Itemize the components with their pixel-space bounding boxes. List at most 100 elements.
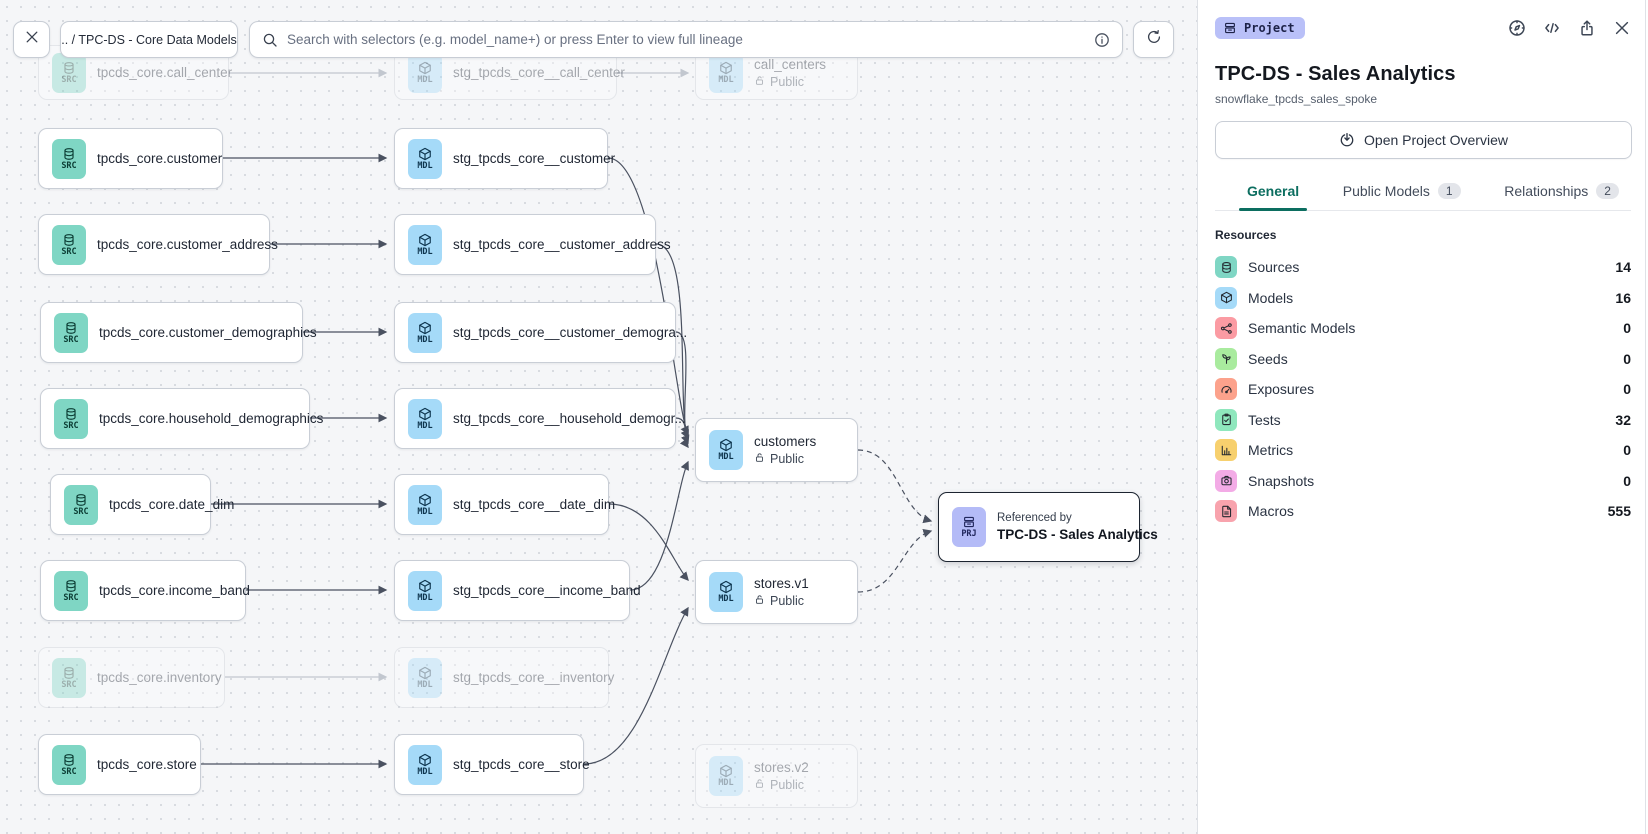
seedling-icon (1215, 348, 1237, 370)
project-type-badge: Project (1215, 17, 1305, 39)
public-access-label: Public (754, 778, 809, 792)
resource-count: 555 (1608, 503, 1631, 519)
node-label: call_centers (754, 57, 826, 72)
node-label: tpcds_core.customer_demographics (99, 325, 317, 340)
resource-label: Semantic Models (1248, 320, 1612, 336)
resource-label: Sources (1248, 259, 1604, 275)
tab-general[interactable]: General (1245, 175, 1301, 210)
tab-public-models[interactable]: Public Models1 (1341, 175, 1463, 210)
lineage-node-src_income_band[interactable]: SRCtpcds_core.income_band (40, 560, 246, 621)
resource-row-seeds[interactable]: Seeds 0 (1215, 344, 1631, 375)
close-lineage-button[interactable] (13, 21, 50, 58)
cube-icon (1215, 287, 1237, 309)
resources-list: Sources 14 Models 16 Semantic Models 0 S… (1215, 252, 1631, 527)
project-icon (1223, 21, 1237, 35)
model-tile-icon: MDL (408, 485, 442, 525)
resource-row-macros[interactable]: Macros 555 (1215, 496, 1631, 527)
source-tile-icon: SRC (54, 399, 88, 439)
node-label: tpcds_core.inventory (97, 670, 222, 685)
resource-row-snapshots[interactable]: Snapshots 0 (1215, 466, 1631, 497)
source-tile-icon: SRC (52, 225, 86, 265)
node-label: stg_tpcds_core__customer_address (453, 237, 671, 252)
lineage-node-m_store[interactable]: MDLstg_tpcds_core__store (394, 734, 584, 795)
lineage-node-src_household_demo[interactable]: SRCtpcds_core.household_demographics (40, 388, 310, 449)
referenced-by-label: Referenced by (997, 512, 1158, 524)
close-panel-icon[interactable] (1613, 19, 1631, 37)
edge-m_income_band-to-p_customers (630, 462, 688, 590)
resource-count: 0 (1623, 442, 1631, 458)
lineage-node-src_store[interactable]: SRCtpcds_core.store (38, 734, 201, 795)
model-tile-icon: MDL (408, 139, 442, 179)
node-label: stg_tpcds_core__date_dim (453, 497, 615, 512)
tab-count-badge: 1 (1438, 183, 1461, 199)
lineage-node-p_stores_v2[interactable]: MDL stores.v2 Public (695, 744, 858, 808)
node-label: stg_tpcds_core__income_band (453, 583, 641, 598)
open-project-overview-button[interactable]: Open Project Overview (1215, 121, 1632, 159)
lineage-node-src_inventory[interactable]: SRC tpcds_core.inventory (38, 647, 225, 708)
resource-label: Exposures (1248, 381, 1612, 397)
node-label: tpcds_core.customer (97, 151, 222, 166)
model-tile-icon: MDL (709, 756, 743, 796)
info-icon[interactable] (1094, 32, 1110, 48)
node-label: stores.v1 (754, 576, 809, 591)
close-icon (24, 29, 40, 50)
refresh-lineage-button[interactable] (1133, 21, 1174, 58)
resource-row-tests[interactable]: Tests 32 (1215, 405, 1631, 436)
lock-open-icon (754, 452, 765, 466)
breadcrumb[interactable]: .. / TPC-DS - Core Data Models (60, 21, 238, 58)
lineage-node-src_date_dim[interactable]: SRCtpcds_core.date_dim (50, 474, 211, 535)
tab-relationships[interactable]: Relationships2 (1502, 175, 1621, 210)
search-input[interactable] (287, 32, 1085, 47)
resource-row-models[interactable]: Models 16 (1215, 283, 1631, 314)
project-schema-subtitle: snowflake_tpcds_sales_spoke (1215, 92, 1631, 106)
lineage-node-src_customer[interactable]: SRC tpcds_core.customer (38, 128, 223, 189)
lineage-node-src_customer_demo[interactable]: SRCtpcds_core.customer_demographics (40, 302, 303, 363)
lineage-node-m_customer_addr[interactable]: MDLstg_tpcds_core__customer_address (394, 214, 656, 275)
node-label: tpcds_core.customer_address (97, 237, 278, 252)
resource-count: 14 (1615, 259, 1631, 275)
compass-icon[interactable] (1508, 19, 1526, 37)
lineage-node-p_customers[interactable]: MDL customers Public (695, 418, 858, 482)
gauge-icon (1215, 378, 1237, 400)
resource-label: Metrics (1248, 442, 1612, 458)
file-icon (1215, 500, 1237, 522)
node-label: tpcds_core.date_dim (109, 497, 234, 512)
source-tile-icon: SRC (52, 658, 86, 698)
resource-row-sources[interactable]: Sources 14 (1215, 252, 1631, 283)
details-panel: Project TPC-DS - Sales Analytics snowfla… (1197, 0, 1648, 834)
lineage-node-m_date_dim[interactable]: MDLstg_tpcds_core__date_dim (394, 474, 609, 535)
lineage-node-p_stores_v1[interactable]: MDL stores.v1 Public (695, 560, 858, 624)
lineage-node-m_household_demo[interactable]: MDLstg_tpcds_core__household_demogr... (394, 388, 676, 449)
source-tile-icon: SRC (52, 139, 86, 179)
resource-row-exposures[interactable]: Exposures 0 (1215, 374, 1631, 405)
model-tile-icon: MDL (709, 53, 743, 93)
source-tile-icon: SRC (64, 485, 98, 525)
lineage-node-m_customer_demo[interactable]: MDLstg_tpcds_core__customer_demogra... (394, 302, 676, 363)
share-icon[interactable] (1578, 19, 1596, 37)
model-tile-icon: MDL (408, 745, 442, 785)
node-label: TPC-DS - Sales Analytics (997, 527, 1158, 542)
lineage-node-prj_sales[interactable]: PRJ Referenced by TPC-DS - Sales Analyti… (938, 492, 1140, 562)
resource-count: 0 (1623, 351, 1631, 367)
node-label: stores.v2 (754, 760, 809, 775)
resource-row-semantic-models[interactable]: Semantic Models 0 (1215, 313, 1631, 344)
breadcrumb-label: .. / TPC-DS - Core Data Models (61, 33, 237, 47)
lineage-canvas[interactable]: SRCtpcds_core.call_center SRCtpcds_core.… (0, 0, 1197, 834)
resource-label: Snapshots (1248, 473, 1612, 489)
code-icon[interactable] (1543, 19, 1561, 37)
search-icon (262, 32, 278, 48)
model-tile-icon: MDL (408, 53, 442, 93)
edge-p_customers-to-prj_sales (858, 450, 931, 521)
lineage-node-m_income_band[interactable]: MDLstg_tpcds_core__income_band (394, 560, 630, 621)
model-tile-icon: MDL (709, 430, 743, 470)
panel-tabs: General Public Models1 Relationships2 (1215, 175, 1631, 211)
lineage-node-m_inventory[interactable]: MDLstg_tpcds_core__inventory (394, 647, 609, 708)
node-label: stg_tpcds_core__customer (453, 151, 615, 166)
lineage-app: SRCtpcds_core.call_center SRCtpcds_core.… (0, 0, 1648, 834)
source-tile-icon: SRC (54, 313, 88, 353)
resource-row-metrics[interactable]: Metrics 0 (1215, 435, 1631, 466)
model-tile-icon: MDL (408, 571, 442, 611)
model-tile-icon: MDL (408, 225, 442, 265)
lineage-node-m_customer[interactable]: MDLstg_tpcds_core__customer (394, 128, 608, 189)
lineage-node-src_customer_addr[interactable]: SRCtpcds_core.customer_address (38, 214, 270, 275)
